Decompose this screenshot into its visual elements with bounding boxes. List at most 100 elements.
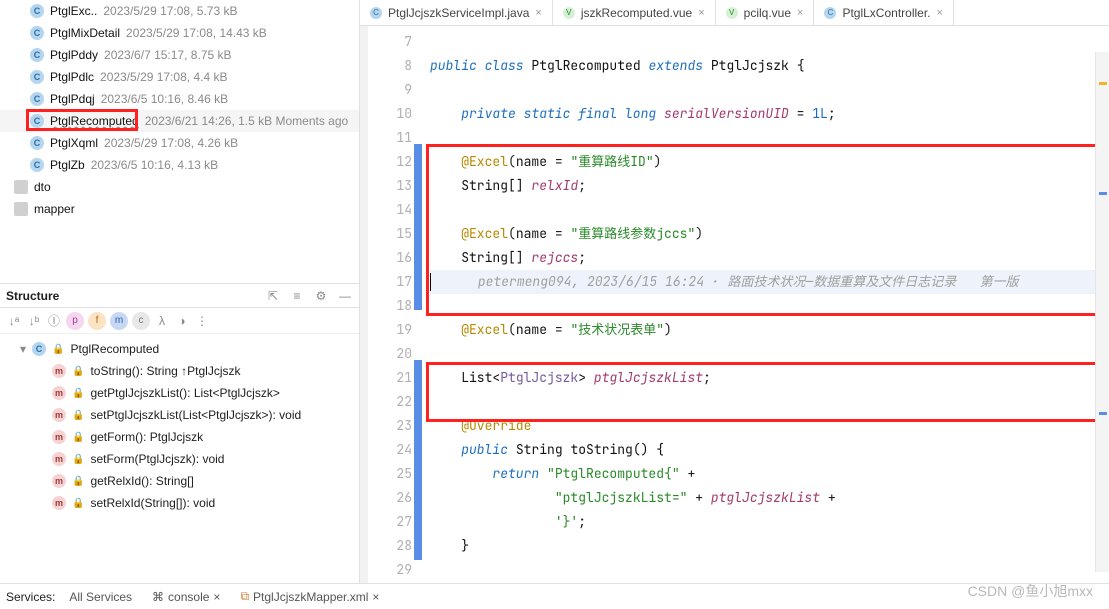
- minimap[interactable]: [1095, 52, 1109, 572]
- code-line[interactable]: @Excel(name = "重算路线参数jccs"): [430, 222, 1109, 246]
- lock-icon: 🔒: [72, 476, 84, 487]
- sort-alpha-icon[interactable]: ↓ᵃ: [6, 313, 22, 329]
- code-line[interactable]: [430, 30, 1109, 54]
- code-line[interactable]: @Excel(name = "技术状况表单"): [430, 318, 1109, 342]
- hide-icon[interactable]: —: [337, 288, 353, 304]
- code-line[interactable]: [430, 390, 1109, 414]
- code-line[interactable]: }: [430, 534, 1109, 558]
- structure-member-row[interactable]: m🔒getRelxId(): String[]: [0, 470, 359, 492]
- close-icon[interactable]: ×: [535, 7, 541, 19]
- code-line[interactable]: petermeng094, 2023/6/15 16:24 · 路面技术状况—数…: [430, 270, 1109, 294]
- file-name: PtglExc..: [50, 4, 97, 18]
- code-line[interactable]: public String toString() {: [430, 438, 1109, 462]
- services-all-tab[interactable]: All Services: [63, 587, 138, 607]
- file-row[interactable]: CPtglPdlc2023/5/29 17:08, 4.4 kB: [0, 66, 359, 88]
- code-line[interactable]: String[] relxId;: [430, 174, 1109, 198]
- structure-member-row[interactable]: m🔒getForm(): PtglJcjszk: [0, 426, 359, 448]
- folder-icon: [14, 180, 28, 194]
- structure-header: Structure ⇱ ≡ ⚙ —: [0, 284, 359, 308]
- file-row[interactable]: CPtglPddy2023/6/7 15:17, 8.75 kB: [0, 44, 359, 66]
- services-console-tab[interactable]: ⌘console×: [146, 587, 226, 607]
- close-icon[interactable]: ×: [937, 7, 943, 19]
- file-row[interactable]: CPtglExc..2023/5/29 17:08, 5.73 kB: [0, 0, 359, 22]
- lock-icon: 🔒: [72, 388, 84, 399]
- classes-pill[interactable]: c: [132, 312, 150, 330]
- code-line[interactable]: @Excel(name = "重算路线ID"): [430, 150, 1109, 174]
- folder-row[interactable]: dto: [0, 176, 359, 198]
- editor-tabs[interactable]: CPtglJcjszkServiceImpl.java×VjszkRecompu…: [360, 0, 1109, 26]
- code-line[interactable]: private static final long serialVersionU…: [430, 102, 1109, 126]
- class-icon: C: [32, 342, 46, 356]
- class-icon: C: [30, 92, 44, 106]
- gutter: 7891011121314151617181920212223242526272…: [360, 26, 422, 583]
- structure-class-row[interactable]: ▾C🔒PtglRecomputed: [0, 338, 359, 360]
- tab-label: PtglJcjszkServiceImpl.java: [388, 6, 529, 20]
- structure-member-row[interactable]: m🔒getPtglJcjszkList(): List<PtglJcjszk>: [0, 382, 359, 404]
- chevron-down-icon[interactable]: ▾: [20, 342, 26, 356]
- project-file-list[interactable]: CPtglExc..2023/5/29 17:08, 5.73 kBCPtglM…: [0, 0, 359, 284]
- file-row[interactable]: CPtglXqml2023/5/29 17:08, 4.26 kB: [0, 132, 359, 154]
- code-line[interactable]: "ptglJcjszkList=" + ptglJcjszkList +: [430, 486, 1109, 510]
- close-icon[interactable]: ×: [797, 7, 803, 19]
- lock-icon: 🔒: [72, 498, 84, 509]
- file-name: PtglPddy: [50, 48, 98, 62]
- class-icon: C: [30, 70, 44, 84]
- structure-member-row[interactable]: m🔒setForm(PtglJcjszk): void: [0, 448, 359, 470]
- editor-tab[interactable]: Vpcilq.vue×: [716, 0, 815, 25]
- code-line[interactable]: [430, 294, 1109, 318]
- gear-icon[interactable]: ⚙: [313, 288, 329, 304]
- lock-icon: 🔒: [72, 432, 84, 443]
- structure-member-row[interactable]: m🔒setRelxId(String[]): void: [0, 492, 359, 514]
- code-line[interactable]: '}';: [430, 510, 1109, 534]
- collapse-icon[interactable]: ⇱: [265, 288, 281, 304]
- code-area[interactable]: public class PtglRecomputed extends Ptgl…: [422, 26, 1109, 583]
- code-line[interactable]: [430, 558, 1109, 582]
- properties-pill[interactable]: p: [66, 312, 84, 330]
- folder-name: mapper: [34, 202, 75, 216]
- folder-icon: [14, 202, 28, 216]
- code-line[interactable]: @Override: [430, 414, 1109, 438]
- code-editor[interactable]: 7891011121314151617181920212223242526272…: [360, 26, 1109, 583]
- file-meta: 2023/5/29 17:08, 4.26 kB: [104, 136, 238, 150]
- code-line[interactable]: [430, 198, 1109, 222]
- sort-visibility-icon[interactable]: ↓ᵇ: [26, 313, 42, 329]
- method-icon: m: [52, 364, 66, 378]
- file-row[interactable]: CPtglMixDetail2023/5/29 17:08, 14.43 kB: [0, 22, 359, 44]
- code-line[interactable]: [430, 342, 1109, 366]
- show-inherited-icon[interactable]: Ⓘ: [46, 313, 62, 329]
- file-row[interactable]: CPtglPdqj2023/6/5 10:16, 8.46 kB: [0, 88, 359, 110]
- code-line[interactable]: List<PtglJcjszk> ptglJcjszkList;: [430, 366, 1109, 390]
- more-icon[interactable]: ⋮: [194, 313, 210, 329]
- code-line[interactable]: [430, 126, 1109, 150]
- file-meta: 2023/5/29 17:08, 4.4 kB: [100, 70, 227, 84]
- member-signature: getRelxId(): String[]: [90, 474, 193, 488]
- close-icon[interactable]: ×: [372, 590, 379, 604]
- close-icon[interactable]: ×: [698, 7, 704, 19]
- structure-member-row[interactable]: m🔒setPtglJcjszkList(List<PtglJcjszk>): v…: [0, 404, 359, 426]
- code-line[interactable]: public class PtglRecomputed extends Ptgl…: [430, 54, 1109, 78]
- lock-icon: 🔒: [52, 344, 64, 355]
- code-line[interactable]: String[] rejccs;: [430, 246, 1109, 270]
- structure-member-row[interactable]: m🔒toString(): String ↑PtglJcjszk: [0, 360, 359, 382]
- class-icon: C: [30, 158, 44, 172]
- editor-tab[interactable]: VjszkRecomputed.vue×: [553, 0, 716, 25]
- folder-row[interactable]: mapper: [0, 198, 359, 220]
- terminal-icon: ⌘: [152, 590, 164, 604]
- lock-icon: 🔒: [72, 410, 84, 421]
- code-line[interactable]: [430, 78, 1109, 102]
- lambda-icon[interactable]: λ: [154, 313, 170, 329]
- file-row[interactable]: CPtglZb2023/6/5 10:16, 4.13 kB: [0, 154, 359, 176]
- file-row[interactable]: CPtglRecomputed2023/6/21 14:26, 1.5 kB M…: [0, 110, 359, 132]
- close-icon[interactable]: ×: [213, 590, 220, 604]
- anonymous-icon[interactable]: ◑: [174, 313, 190, 329]
- services-mapper-tab[interactable]: ⧉PtglJcjszkMapper.xml×: [234, 587, 385, 607]
- code-line[interactable]: return "PtglRecomputed{" +: [430, 462, 1109, 486]
- filter-icon[interactable]: ≡: [289, 288, 305, 304]
- editor-tab[interactable]: CPtglLxController.×: [814, 0, 953, 25]
- fields-pill[interactable]: f: [88, 312, 106, 330]
- methods-pill[interactable]: m: [110, 312, 128, 330]
- structure-tree[interactable]: ▾C🔒PtglRecomputedm🔒toString(): String ↑P…: [0, 334, 359, 583]
- class-icon: C: [30, 114, 44, 128]
- editor-tab[interactable]: CPtglJcjszkServiceImpl.java×: [360, 0, 553, 25]
- file-meta: 2023/6/21 14:26, 1.5 kB Moments ago: [145, 114, 348, 128]
